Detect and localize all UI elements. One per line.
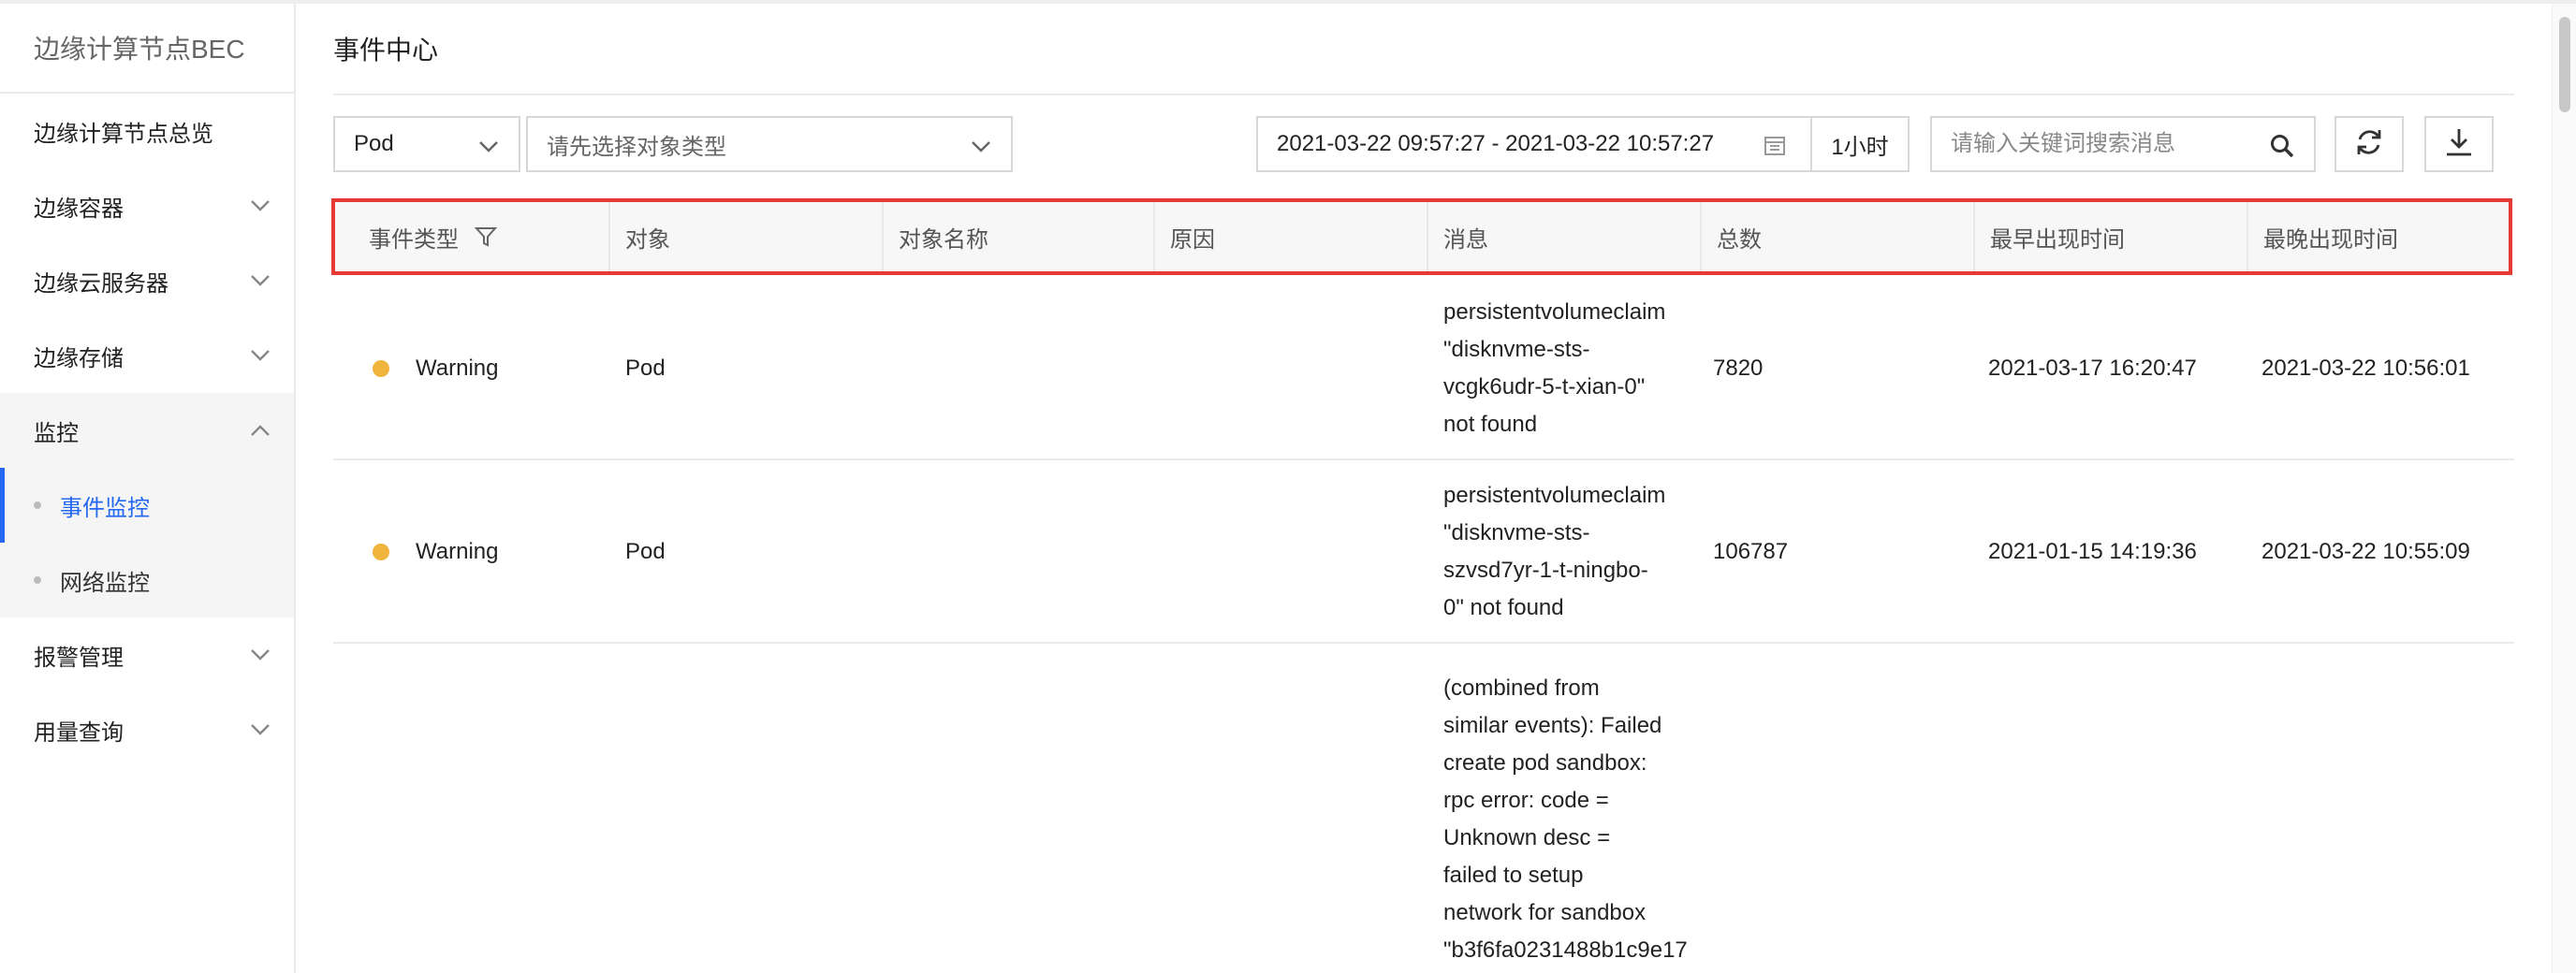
column-header-event-type[interactable]: 事件类型: [335, 202, 608, 271]
download-button[interactable]: [2424, 116, 2494, 172]
message-text: (combined from similar events): Failed c…: [1443, 675, 1687, 963]
sidebar-title: 边缘计算节点BEC: [0, 4, 294, 94]
bullet-icon: [34, 576, 41, 584]
download-icon: [2443, 126, 2475, 163]
resource-select[interactable]: Pod: [333, 116, 520, 172]
event-type-text: Warning: [416, 356, 499, 381]
sidebar-item-vm[interactable]: 边缘云服务器: [0, 243, 294, 318]
warning-status-dot: [373, 544, 389, 560]
filter-icon[interactable]: [474, 225, 498, 249]
object-type-placeholder: 请先选择对象类型: [547, 134, 726, 160]
reason-cell: [1151, 279, 1425, 458]
event-type-cell: Warning: [333, 279, 607, 458]
sidebar-item-label: 边缘容器: [34, 196, 124, 222]
object-cell: Pod: [625, 539, 666, 564]
chevron-down-icon: [247, 268, 273, 294]
message-text: persistentvolumeclaim "disknvme-sts- szv…: [1443, 483, 1666, 620]
column-header-label: 事件类型: [369, 226, 459, 253]
sidebar-item-containers[interactable]: 边缘容器: [0, 168, 294, 243]
last-seen-cell: 2021-03-22 10:55:09: [2261, 539, 2470, 564]
column-header-message: 消息: [1427, 202, 1700, 271]
table-row[interactable]: (combined from similar events): Failed c…: [333, 646, 2514, 973]
column-header-object: 对象: [608, 202, 882, 271]
sidebar-item-storage[interactable]: 边缘存储: [0, 318, 294, 393]
page-title: 事件中心: [333, 4, 2514, 95]
sidebar: 边缘计算节点BEC 边缘计算节点总览 边缘容器 边缘云服务器 边缘存储 监控 事…: [0, 4, 296, 973]
date-range-picker[interactable]: 2021-03-22 09:57:27 - 2021-03-22 10:57:2…: [1256, 116, 1812, 172]
object-cell: [607, 646, 878, 973]
object-cell: Pod: [625, 356, 666, 381]
object-name-cell: [878, 462, 1151, 642]
last-seen-cell: 2021-03-22 10:56:01: [2261, 356, 2470, 381]
sidebar-item-label: 边缘计算节点总览: [34, 121, 213, 147]
refresh-icon: [2352, 125, 2386, 164]
scrollbar-thumb[interactable]: [2559, 17, 2570, 112]
sidebar-item-label: 监控: [34, 420, 79, 446]
chevron-down-icon: [247, 193, 273, 219]
search-icon[interactable]: [2269, 133, 2295, 159]
sidebar-item-label: 用量查询: [34, 719, 124, 746]
sidebar-item-label: 边缘云服务器: [34, 270, 168, 297]
message-cell: (combined from similar events): Failed c…: [1425, 646, 1698, 973]
sidebar-submenu-monitoring: 事件监控 网络监控: [0, 468, 294, 617]
reason-cell: [1151, 646, 1425, 973]
table-row[interactable]: Warning Pod persistentvolumeclaim "diskn…: [333, 462, 2514, 644]
sidebar-item-usage[interactable]: 用量查询: [0, 692, 294, 767]
main-content: 事件中心 Pod 请先选择对象类型 2021-03-22 09:57:27 - …: [331, 4, 2514, 973]
sidebar-item-label: 边缘存储: [34, 345, 124, 371]
column-header-last-seen: 最晚出现时间: [2247, 202, 2509, 271]
date-range-value: 2021-03-22 09:57:27 - 2021-03-22 10:57:2…: [1277, 131, 1715, 156]
bullet-icon: [34, 501, 41, 509]
sidebar-subitem-label: 事件监控: [60, 495, 150, 521]
chevron-up-icon: [247, 417, 273, 443]
count-cell: [1698, 646, 1971, 973]
event-type-cell: [333, 646, 607, 973]
message-cell: persistentvolumeclaim "disknvme-sts- vcg…: [1425, 279, 1698, 458]
count-cell: 106787: [1713, 539, 1789, 564]
sidebar-subitem-event-monitoring[interactable]: 事件监控: [0, 468, 294, 543]
reason-cell: [1151, 462, 1425, 642]
sidebar-item-alarms[interactable]: 报警管理: [0, 617, 294, 692]
message-cell: persistentvolumeclaim "disknvme-sts- szv…: [1425, 462, 1698, 642]
search-input[interactable]: [1951, 131, 2260, 157]
calendar-icon: [1764, 134, 1786, 156]
object-name-cell: [878, 646, 1151, 973]
table-row[interactable]: Warning Pod persistentvolumeclaim "diskn…: [333, 279, 2514, 460]
object-name-cell: [878, 279, 1151, 458]
column-header-object-name: 对象名称: [882, 202, 1153, 271]
page-scrollbar[interactable]: [2552, 4, 2576, 973]
sidebar-subitem-network-monitoring[interactable]: 网络监控: [0, 543, 294, 617]
refresh-button[interactable]: [2334, 116, 2404, 172]
first-seen-cell: 2021-03-17 16:20:47: [1988, 356, 2197, 381]
message-text: persistentvolumeclaim "disknvme-sts- vcg…: [1443, 299, 1666, 437]
event-type-cell: Warning: [333, 462, 607, 642]
column-header-reason: 原因: [1153, 202, 1427, 271]
column-header-count: 总数: [1700, 202, 1973, 271]
sidebar-item-overview[interactable]: 边缘计算节点总览: [0, 94, 294, 168]
sidebar-item-label: 报警管理: [34, 645, 124, 671]
chevron-down-icon: [247, 642, 273, 668]
sidebar-subitem-label: 网络监控: [60, 570, 150, 596]
search-box: [1930, 116, 2316, 172]
count-cell: 7820: [1713, 356, 1764, 381]
table-header: 事件类型 对象 对象名称 原因 消息 总数 最早出现时间 最晚出现时间: [331, 198, 2512, 275]
last-seen-cell: [2245, 646, 2507, 973]
first-seen-cell: 2021-01-15 14:19:36: [1988, 539, 2197, 564]
chevron-down-icon: [968, 133, 994, 159]
first-seen-cell: [1971, 646, 2245, 973]
column-header-first-seen: 最早出现时间: [1973, 202, 2247, 271]
warning-status-dot: [373, 360, 389, 377]
event-type-text: Warning: [416, 539, 499, 564]
object-type-select[interactable]: 请先选择对象类型: [526, 116, 1013, 172]
chevron-down-icon: [247, 342, 273, 369]
sidebar-item-monitoring[interactable]: 监控: [0, 393, 294, 468]
filter-toolbar: Pod 请先选择对象类型 2021-03-22 09:57:27 - 2021-…: [333, 116, 2514, 174]
resource-select-value: Pod: [354, 131, 394, 156]
range-1h-button[interactable]: 1小时: [1810, 116, 1910, 172]
chevron-down-icon: [247, 717, 273, 743]
chevron-down-icon: [476, 133, 502, 159]
